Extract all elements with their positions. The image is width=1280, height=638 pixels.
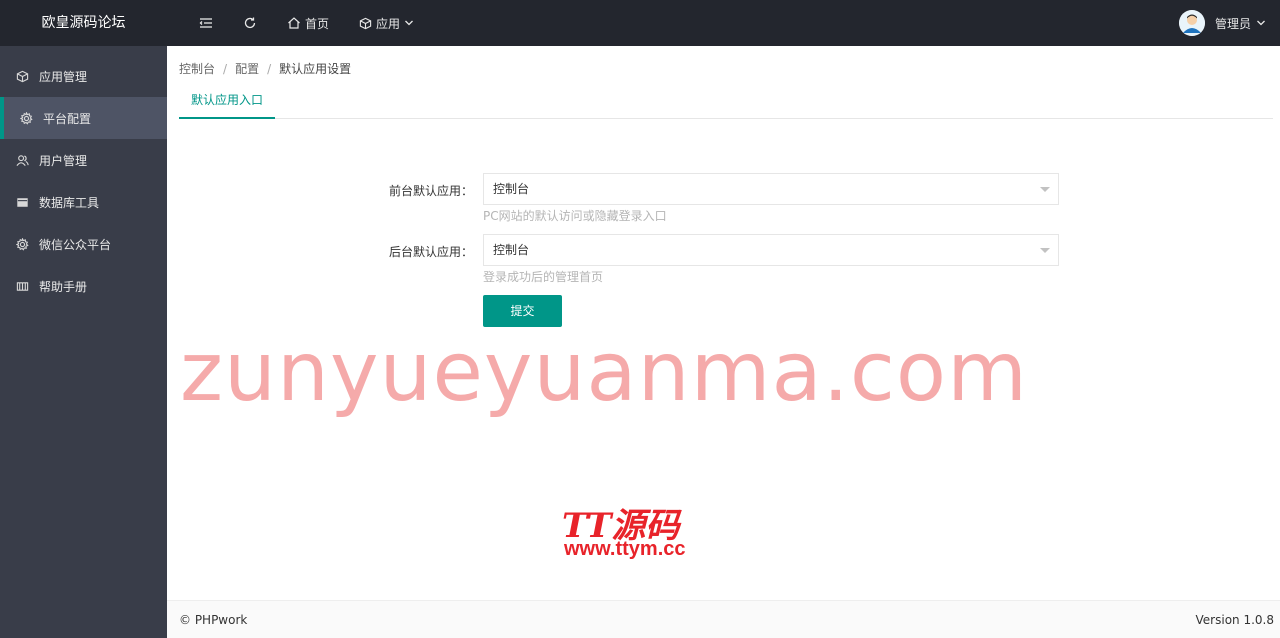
nav-home-link[interactable]: 首页 (278, 0, 338, 46)
sidebar-item-help-manual[interactable]: 帮助手册 (0, 265, 167, 307)
sidebar-item-wechat-platform[interactable]: 微信公众平台 (0, 223, 167, 265)
watermark-text: zunyueyuanma.com (180, 325, 1028, 420)
user-avatar-icon (1178, 10, 1205, 36)
user-name: 管理员 (1214, 16, 1251, 31)
sidebar-item-label: 应用管理 (39, 69, 88, 84)
gear-icon (20, 111, 33, 125)
brand-title[interactable]: 欧皇源码论坛 (0, 0, 167, 46)
caret-down-icon (1040, 187, 1050, 192)
top-header: 欧皇源码论坛 首页 应用 管理员 (0, 0, 1280, 46)
breadcrumb-item-console[interactable]: 控制台 (179, 60, 215, 77)
refresh-button[interactable] (234, 0, 266, 46)
sidebar: 应用管理 平台配置 用户管理 数据库工具 微信公众平台 帮助手册 (0, 46, 167, 638)
chevron-down-icon (405, 20, 413, 26)
sidebar-item-label: 平台配置 (43, 111, 92, 126)
caret-down-icon (1040, 248, 1050, 253)
sidebar-item-label: 帮助手册 (39, 279, 88, 294)
backend-default-app-select[interactable]: 控制台 (483, 234, 1059, 266)
cube-icon (359, 17, 372, 29)
nav-apps-dropdown[interactable]: 应用 (350, 0, 423, 46)
database-icon (17, 197, 28, 207)
tab-bar: 默认应用入口 (179, 86, 1273, 119)
avatar (1178, 10, 1205, 36)
sidebar-item-platform-config[interactable]: 平台配置 (0, 97, 167, 139)
footer: © PHPwork Version 1.0.8 (167, 600, 1280, 638)
sidebar-item-app-management[interactable]: 应用管理 (0, 55, 167, 97)
nav-home-label: 首页 (305, 16, 330, 31)
main-content: 控制台 / 配置 / 默认应用设置 默认应用入口 前台默认应用： 控制台 PC网… (167, 46, 1280, 600)
backend-default-app-hint: 登录成功后的管理首页 (483, 270, 604, 284)
tab-default-app-entry[interactable]: 默认应用入口 (179, 86, 275, 119)
frontend-default-app-label: 前台默认应用： (388, 184, 473, 198)
footer-copyright: © PHPwork (179, 613, 248, 627)
watermark-logo-url: www.ttym.cc (564, 538, 686, 560)
submit-button[interactable]: 提交 (483, 295, 562, 327)
breadcrumb-item-current: 默认应用设置 (279, 62, 352, 76)
sidebar-item-label: 数据库工具 (39, 195, 100, 210)
frontend-default-app-hint: PC网站的默认访问或隐藏登录入口 (483, 209, 667, 223)
frontend-default-app-value: 控制台 (493, 182, 530, 196)
watermark-logo: TT源码 www.ttym.cc (562, 498, 712, 568)
nav-apps-label: 应用 (376, 16, 401, 31)
frontend-default-app-select[interactable]: 控制台 (483, 173, 1059, 205)
breadcrumb: 控制台 / 配置 / 默认应用设置 (179, 60, 351, 77)
book-icon (16, 281, 29, 291)
sidebar-item-label: 用户管理 (39, 153, 88, 168)
sidebar-item-label: 微信公众平台 (39, 237, 112, 252)
chevron-down-icon (1257, 20, 1265, 26)
top-nav: 首页 应用 (190, 0, 435, 46)
sidebar-item-database-tools[interactable]: 数据库工具 (0, 181, 167, 223)
sidebar-item-user-management[interactable]: 用户管理 (0, 139, 167, 181)
user-menu[interactable]: 管理员 (1178, 0, 1266, 46)
users-icon (16, 154, 29, 166)
gear-icon (16, 237, 29, 251)
menu-toggle-button[interactable] (190, 0, 222, 46)
refresh-icon (244, 17, 256, 29)
footer-version: Version 1.0.8 (1195, 613, 1274, 627)
backend-default-app-label: 后台默认应用： (388, 245, 473, 259)
cube-icon (16, 70, 29, 82)
breadcrumb-separator: / (267, 61, 272, 76)
backend-default-app-value: 控制台 (493, 243, 530, 257)
home-icon (288, 17, 300, 29)
menu-fold-icon (199, 18, 212, 28)
breadcrumb-separator: / (223, 61, 228, 76)
breadcrumb-item-config[interactable]: 配置 (235, 60, 259, 77)
